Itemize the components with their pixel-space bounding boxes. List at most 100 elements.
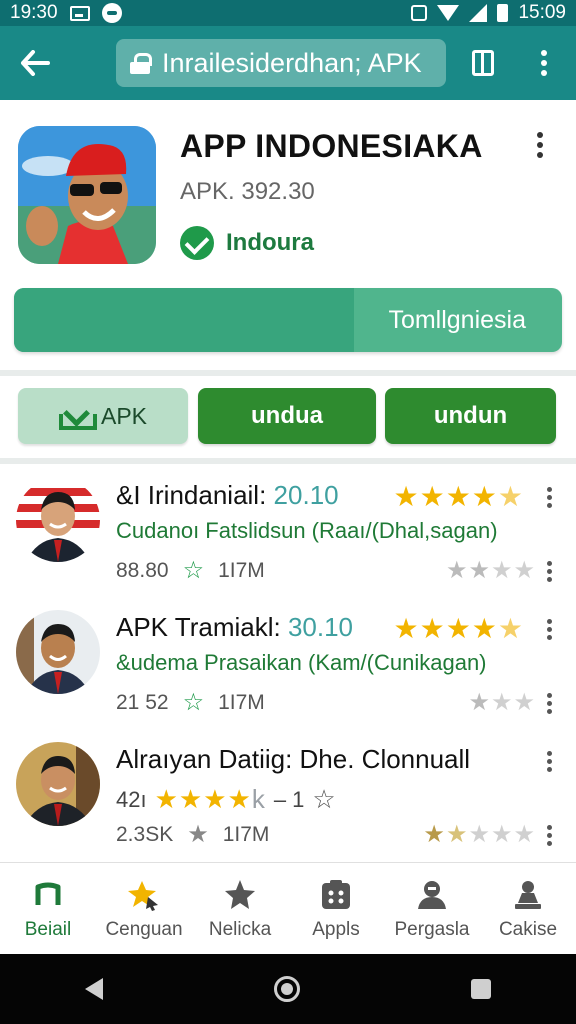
url-text: Inrailesiderdhan; APK <box>162 47 422 78</box>
rating-prefix: 42ı <box>116 786 147 812</box>
item-menu-button[interactable] <box>534 818 564 852</box>
item-title-text: &I Irindaniail: <box>116 480 267 510</box>
app-icon-image <box>18 126 156 264</box>
overflow-menu-button[interactable] <box>524 38 564 88</box>
nav-label: Nelicka <box>208 919 272 940</box>
app-menu-button[interactable] <box>520 120 560 170</box>
rating-stars: ★★★★k <box>154 784 266 814</box>
item-count: 2.3SK <box>116 822 174 846</box>
item-meta: 2.3SK ★ 1I7M <box>116 820 269 849</box>
item-count: 21 52 <box>116 690 169 714</box>
status-time: 19:30 <box>10 2 58 23</box>
vibrate-icon <box>411 5 428 21</box>
nav-item-cenguan[interactable]: Cenguan <box>96 863 192 954</box>
battery-icon <box>497 4 509 22</box>
system-nav-bar <box>0 954 576 1024</box>
item-menu-button[interactable] <box>534 612 564 646</box>
item-subtitle: &udema Prasaikan (Kam/(Cunikagan) <box>116 650 487 675</box>
undun-button[interactable]: undun <box>385 388 556 444</box>
item-menu-button[interactable] <box>534 686 564 720</box>
item-version: 20.10 <box>273 480 339 510</box>
star-icon: ★ <box>187 821 209 848</box>
item-version: 30.10 <box>287 612 354 642</box>
star-outline-icon: ☆ <box>182 689 205 716</box>
rating-stars: ★★★★★ <box>393 481 524 512</box>
verified-badge: Indoura <box>180 226 314 260</box>
nav-label: Cakise <box>498 919 558 940</box>
app-header: APP INDONESIAKA APK. 392.30 Indoura Toml… <box>0 100 576 370</box>
action-row: APK undua undun <box>0 376 576 458</box>
music-note-icon <box>35 882 61 905</box>
apps-icon <box>322 880 350 909</box>
system-home-icon[interactable] <box>273 976 300 1002</box>
inline-rating: 42ı ★★★★k – 1 ☆ <box>116 784 336 815</box>
url-bar[interactable]: Inrailesiderdhan; APK <box>116 39 446 87</box>
app-list: &I Irindaniail: 20.10 ★★★★★ Cudanoı Fats… <box>0 464 576 860</box>
apk-button[interactable]: APK <box>18 388 188 444</box>
item-size: 1I7M <box>218 558 265 582</box>
item-subtitle: Cudanoı Fatslidsun (Raaı/(Dhal,sagan) <box>116 518 498 543</box>
notification-icon <box>101 3 122 23</box>
signal-icon <box>469 4 488 22</box>
progress-label: Tomllgniesia <box>388 306 526 334</box>
item-menu-button[interactable] <box>534 554 564 588</box>
small-rating-stars: ★★★ <box>468 689 536 716</box>
star-icon <box>225 880 255 909</box>
list-item[interactable]: Alraıyan Datiig: Dhe. Clonnuall 42ı ★★★★… <box>0 728 576 860</box>
nav-label: Cenguan <box>105 919 183 940</box>
app-title: APP INDONESIAKA <box>180 128 483 164</box>
list-item[interactable]: APK Tramiakl: 30.10 ★★★★★ &udema Prasaik… <box>0 596 576 728</box>
item-title: Alraıyan Datiig: Dhe. Clonnuall <box>116 744 471 774</box>
item-meta: 21 52 ☆ 1I7M <box>116 688 265 717</box>
item-count: 88.80 <box>116 558 169 582</box>
stamp-icon <box>515 881 541 909</box>
undua-button-label: undua <box>251 402 323 429</box>
item-menu-button[interactable] <box>534 744 564 778</box>
download-icon <box>58 402 97 430</box>
undua-button[interactable]: undua <box>198 388 376 444</box>
app-bar: Inrailesiderdhan; APK <box>0 26 576 100</box>
app-icon <box>18 126 156 264</box>
rating-stars: ★★★★★ <box>393 613 524 644</box>
nav-item-beiail[interactable]: Beiail <box>0 863 96 954</box>
item-size: 1I7M <box>222 822 270 846</box>
wifi-icon <box>437 5 460 21</box>
install-progress-button[interactable]: Tomllgniesia <box>14 288 562 352</box>
check-circle-icon <box>180 226 214 260</box>
small-rating-stars: ★★★★ <box>445 557 536 584</box>
back-button[interactable] <box>0 26 70 100</box>
star-outline-icon: ☆ <box>312 784 336 814</box>
avatar <box>16 742 100 826</box>
star-outline-icon: ☆ <box>182 557 205 584</box>
nav-item-pergasla[interactable]: Pergasla <box>384 863 480 954</box>
app-version: APK. 392.30 <box>180 178 315 205</box>
item-title: &I Irindaniail: 20.10 <box>116 480 339 511</box>
item-size: 1I7M <box>218 690 265 714</box>
system-back-icon[interactable] <box>85 978 104 1000</box>
tabs-button[interactable] <box>472 50 494 76</box>
nav-label: Beiail <box>24 919 72 940</box>
item-title: APK Tramiakl: 30.10 <box>116 612 353 643</box>
verified-label: Indoura <box>226 229 314 256</box>
arrow-left-icon <box>21 50 50 76</box>
apk-button-label: APK <box>100 402 148 429</box>
small-rating-stars: ★★★★★ <box>423 821 536 848</box>
status-clock: 15:09 <box>518 2 566 23</box>
bottom-nav: Beiail Cenguan Nelicka Appls Pergasla Ca… <box>0 862 576 954</box>
progress-fill <box>14 288 354 352</box>
nav-item-cakise[interactable]: Cakise <box>480 863 576 954</box>
status-bar: 19:30 15:09 <box>0 0 576 26</box>
person-icon <box>418 881 446 909</box>
rating-suffix: – 1 <box>273 786 305 812</box>
list-item[interactable]: &I Irindaniail: 20.10 ★★★★★ Cudanoı Fats… <box>0 464 576 596</box>
nav-item-appls[interactable]: Appls <box>288 863 384 954</box>
system-recents-icon[interactable] <box>470 979 491 999</box>
star-cursor-icon <box>128 881 158 911</box>
item-meta: 88.80 ☆ 1I7M <box>116 556 265 585</box>
screenshot-icon <box>69 5 90 21</box>
nav-item-nelicka[interactable]: Nelicka <box>192 863 288 954</box>
item-menu-button[interactable] <box>534 480 564 514</box>
avatar <box>16 478 100 562</box>
lock-icon <box>130 53 152 74</box>
nav-label: Pergasla <box>394 919 470 940</box>
